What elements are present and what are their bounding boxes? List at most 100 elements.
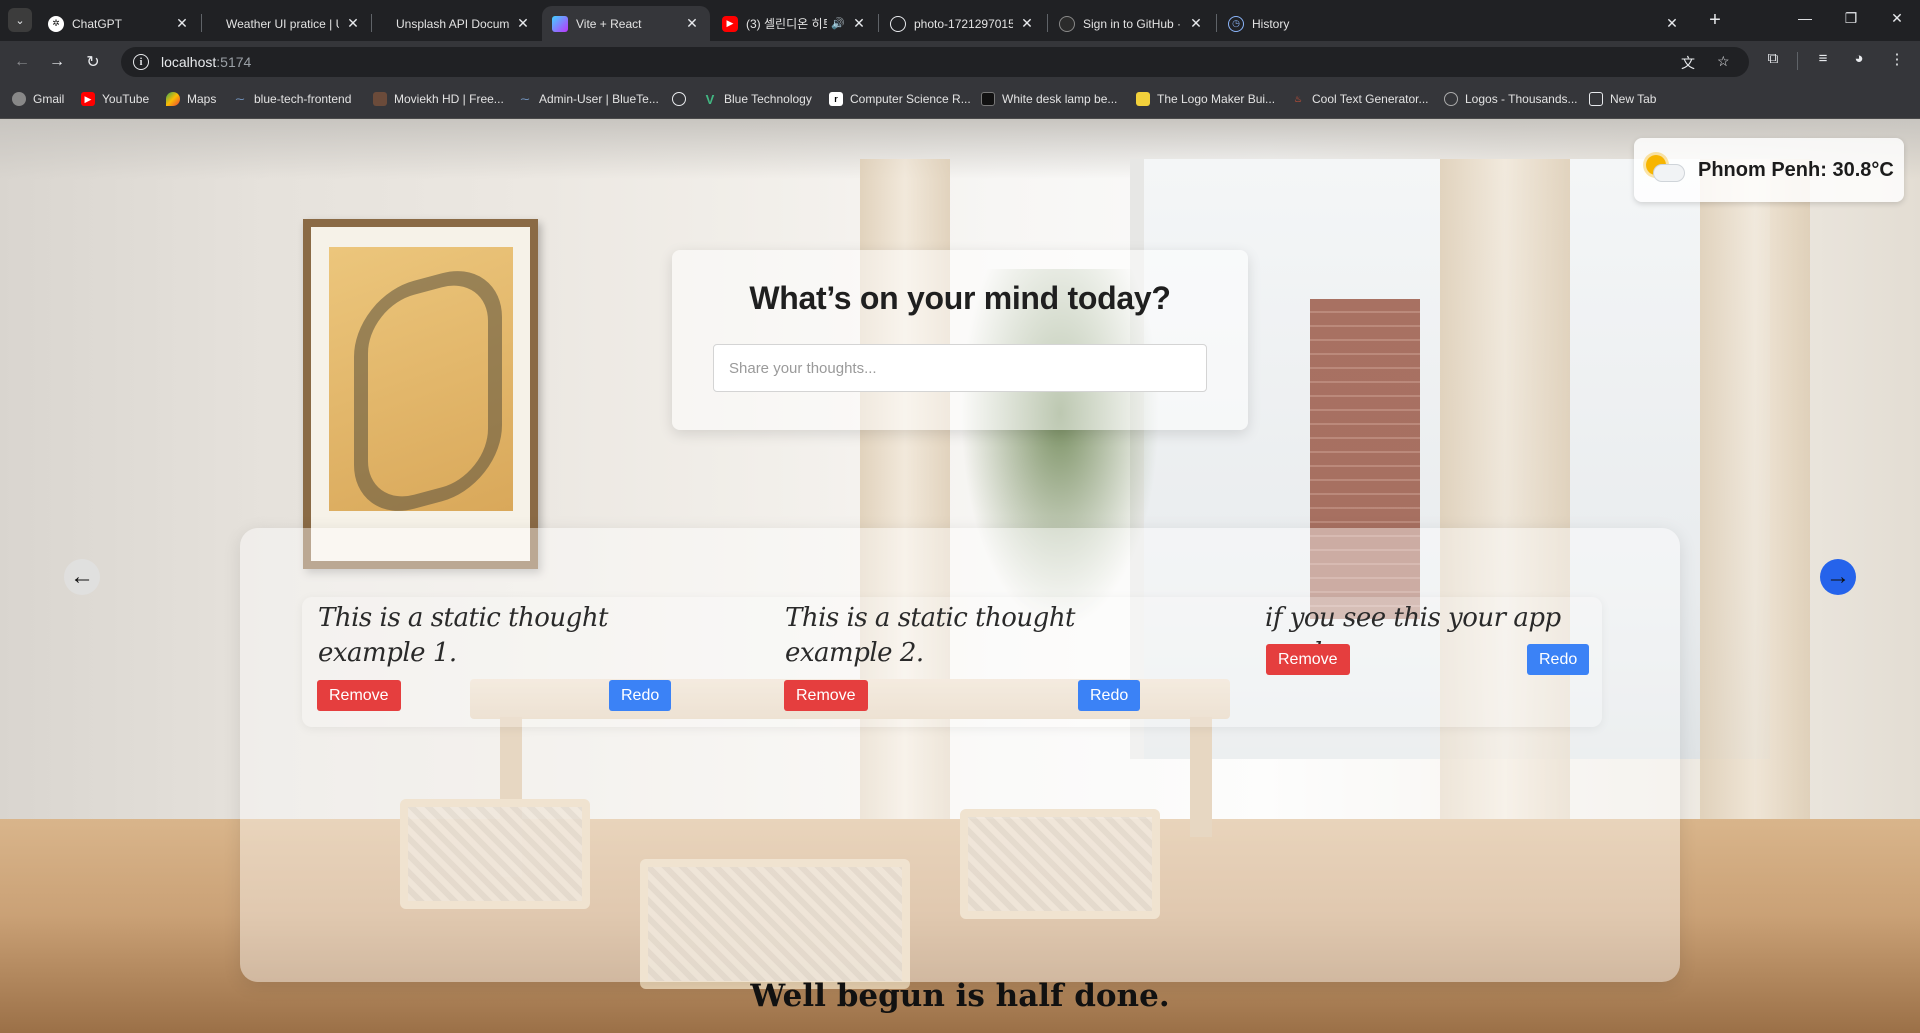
bookmark-computer-science[interactable]: r Computer Science R...	[829, 92, 971, 106]
background-curtain	[1700, 159, 1810, 859]
bookmark-maps[interactable]: Maps	[166, 92, 216, 106]
menu-kebab-icon[interactable]: ⋮	[1886, 50, 1908, 68]
chatgpt-icon: ✲	[48, 15, 64, 32]
maps-icon	[166, 92, 180, 106]
carousel-next-button[interactable]: →	[1820, 559, 1856, 595]
close-window-button[interactable]: ✕	[1887, 10, 1907, 27]
thought-text: This is a static thought example 1.	[318, 603, 609, 668]
tab-separator	[878, 14, 879, 32]
tab-chatgpt[interactable]: ✲ ChatGPT ✕	[38, 6, 200, 41]
minimize-button[interactable]: —	[1795, 10, 1815, 26]
logos-icon	[1444, 92, 1458, 106]
close-icon[interactable]: ✕	[684, 15, 700, 32]
new-tab-button[interactable]: +	[1704, 9, 1726, 31]
minimize-icon: —	[1798, 10, 1812, 26]
restore-icon: ❐	[1844, 10, 1858, 26]
carousel-prev-button[interactable]: ←	[64, 559, 100, 595]
tab-youtube[interactable]: ▶ (3) 셀린디온 히트곡 일 🔊 ✕	[712, 6, 877, 41]
back-button[interactable]: ←	[11, 51, 33, 73]
arrow-right-icon: →	[49, 53, 65, 70]
flame-icon: ♨	[1293, 93, 1303, 104]
logo-maker-icon	[1136, 92, 1150, 106]
tab-separator	[1216, 14, 1217, 32]
speaker-icon[interactable]: 🔊	[831, 17, 845, 30]
tab-separator	[1047, 14, 1048, 32]
bookmark-white-desk-lamp[interactable]: White desk lamp be...	[981, 92, 1117, 106]
tab-search-button[interactable]: ⌄	[8, 8, 32, 32]
partly-cloudy-icon	[1644, 153, 1686, 187]
link-icon: ⁓	[520, 93, 530, 104]
address-port: :5174	[216, 54, 252, 70]
close-icon[interactable]: ✕	[1019, 15, 1035, 32]
bookmark-globe[interactable]	[672, 92, 693, 106]
bookmark-youtube[interactable]: ▶ YouTube	[81, 92, 149, 106]
reload-icon: ↻	[86, 54, 100, 71]
weather-widget: Phnom Penh: 30.8°C	[1634, 138, 1904, 202]
close-icon[interactable]: ✕	[345, 15, 361, 32]
bookmark-admin-user[interactable]: ⁓ Admin-User | BlueTe...	[518, 92, 659, 106]
bookmark-new-tab[interactable]: New Tab	[1589, 92, 1656, 106]
lamp-icon	[981, 92, 995, 106]
media-control-icon[interactable]: ≡	[1812, 50, 1834, 67]
forward-button[interactable]: →	[46, 51, 68, 73]
weather-label: Phnom Penh: 30.8°C	[1698, 158, 1894, 181]
bookmark-blue-tech-frontend[interactable]: ⁓ blue-tech-frontend	[233, 92, 352, 106]
thought-text: This is a static thought example 2.	[785, 603, 1076, 668]
page-title: What’s on your mind today?	[749, 280, 1171, 316]
close-icon[interactable]: ✕	[1188, 15, 1204, 32]
address-bar[interactable]: i localhost:5174 文 ☆	[121, 47, 1749, 77]
restore-button[interactable]: ❐	[1841, 10, 1861, 27]
redo-button[interactable]: Redo	[609, 680, 672, 711]
cs-icon: r	[829, 92, 843, 106]
close-icon[interactable]: ✕	[1664, 15, 1680, 32]
youtube-icon: ▶	[722, 15, 738, 32]
globe-icon	[672, 92, 686, 106]
tab-unsplash-docs[interactable]: Unsplash API Documentat ✕	[386, 6, 541, 41]
redo-button[interactable]: Redo	[1078, 680, 1141, 711]
arrow-left-icon: ←	[70, 563, 94, 590]
redo-button[interactable]: Redo	[1527, 644, 1590, 675]
extensions-icon[interactable]: ⧉	[1762, 50, 1784, 67]
bookmark-logos[interactable]: Logos - Thousands...	[1444, 92, 1578, 106]
bookmark-moviekh[interactable]: Moviekh HD | Free...	[373, 92, 504, 106]
background-wall-art	[303, 219, 538, 569]
chevron-down-icon: ⌄	[15, 14, 25, 27]
tab-separator	[371, 14, 372, 32]
site-info-icon[interactable]: i	[133, 54, 149, 70]
tab-separator	[201, 14, 202, 32]
bookmark-gmail[interactable]: Gmail	[12, 92, 64, 106]
background-art-print	[329, 247, 513, 511]
profile-avatar-icon[interactable]: ◕	[1848, 50, 1870, 67]
tab-vite-react[interactable]: Vite + React ✕	[542, 6, 710, 41]
bookmark-blue-technology[interactable]: V Blue Technology	[703, 92, 812, 107]
tab-github[interactable]: Sign in to GitHub · GitHub ✕	[1049, 6, 1214, 41]
globe-icon	[890, 15, 906, 32]
tab-strip: ⌄ ✲ ChatGPT ✕ Weather UI pratice | Unsp …	[0, 0, 1920, 41]
thought-input-card: What’s on your mind today?	[672, 250, 1248, 430]
tab-history[interactable]: ◷ History ✕	[1218, 6, 1690, 41]
translate-icon[interactable]: 文	[1681, 53, 1695, 73]
tab-weather-ui[interactable]: Weather UI pratice | Unsp ✕	[216, 6, 371, 41]
history-icon: ◷	[1228, 15, 1244, 32]
page-icon	[1589, 92, 1603, 106]
bookmark-cool-text[interactable]: ♨ Cool Text Generator...	[1291, 92, 1429, 106]
toolbar-separator	[1797, 52, 1798, 70]
plus-icon: +	[1709, 8, 1721, 31]
close-icon[interactable]: ✕	[851, 15, 867, 32]
close-icon[interactable]: ✕	[174, 15, 190, 32]
close-icon[interactable]: ✕	[515, 15, 531, 32]
close-icon: ✕	[1891, 10, 1903, 26]
remove-button[interactable]: Remove	[1266, 644, 1350, 675]
remove-button[interactable]: Remove	[317, 680, 401, 711]
cloud-shape	[1654, 165, 1684, 181]
bookmarks-bar: Gmail ▶ YouTube Maps ⁓ blue-tech-fronten…	[0, 82, 1920, 119]
reload-button[interactable]: ↻	[82, 51, 104, 73]
bookmark-star-icon[interactable]: ☆	[1717, 53, 1730, 70]
bookmark-logo-maker[interactable]: The Logo Maker Bui...	[1136, 92, 1275, 106]
gmail-icon	[12, 92, 26, 106]
thought-input[interactable]	[713, 344, 1207, 392]
address-host: localhost	[161, 54, 217, 70]
tab-photo[interactable]: photo-1721297015609-1 ✕	[880, 6, 1045, 41]
remove-button[interactable]: Remove	[784, 680, 868, 711]
vite-icon	[552, 15, 568, 32]
